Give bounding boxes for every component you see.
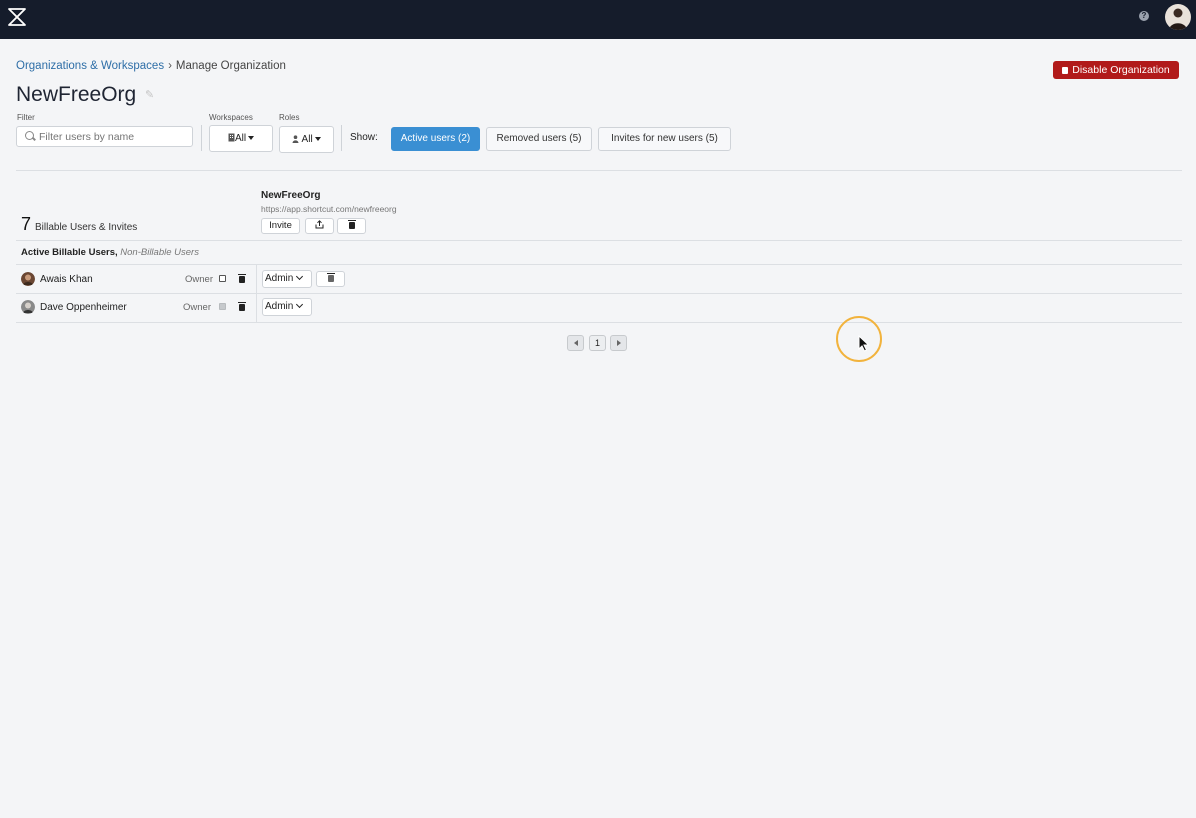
section-title: Active Billable Users, Non-Billable User… [21, 247, 199, 258]
remove-user-icon[interactable] [238, 274, 246, 283]
remove-from-workspace-button[interactable] [316, 271, 345, 287]
billable-label: Billable Users & Invites [35, 222, 138, 233]
pencil-icon[interactable]: ✎ [145, 90, 156, 101]
divider [201, 125, 202, 151]
divider [341, 125, 342, 151]
disable-organization-button[interactable]: Disable Organization [1053, 61, 1179, 79]
chevron-down-icon [296, 300, 304, 309]
help-icon[interactable]: ? [1139, 11, 1149, 21]
breadcrumb-current: Manage Organization [175, 60, 286, 72]
workspaces-value: All [234, 133, 247, 144]
role-dropdown[interactable]: Admin [262, 270, 312, 288]
caret-down-icon [314, 137, 321, 141]
tab-active-users[interactable]: Active users (2) [391, 127, 480, 151]
breadcrumb: Organizations & Workspaces › Manage Organi… [16, 60, 286, 72]
share-icon [315, 220, 324, 229]
divider [16, 170, 1182, 171]
breadcrumb-separator: › [168, 60, 172, 72]
workspaces-label: Workspaces [209, 113, 253, 122]
filter-users-input[interactable] [16, 126, 193, 147]
tab-removed-users[interactable]: Removed users (5) [486, 127, 592, 151]
search-icon [25, 131, 34, 140]
chevron-right-icon [616, 340, 621, 346]
user-name: Awais Khan [40, 274, 93, 285]
roles-value: All [301, 134, 313, 145]
owner-checkbox[interactable] [219, 303, 226, 310]
prev-page-button[interactable] [567, 335, 584, 351]
owner-checkbox[interactable] [219, 275, 226, 282]
workspaces-dropdown[interactable]: All [209, 125, 273, 152]
workspace-url[interactable]: https://app.shortcut.com/newfreeorg [261, 204, 397, 214]
next-page-button[interactable] [610, 335, 627, 351]
invite-button[interactable]: Invite [261, 218, 300, 234]
roles-label: Roles [279, 113, 300, 122]
shortcut-logo-icon[interactable] [6, 6, 28, 28]
remove-user-icon[interactable] [238, 302, 246, 311]
avatar [21, 272, 35, 286]
trash-icon [347, 220, 356, 229]
avatar-image-icon [1169, 8, 1187, 30]
show-label: Show: [350, 132, 378, 143]
user-avatar[interactable] [1165, 4, 1191, 30]
caret-down-icon [248, 136, 255, 140]
divider [256, 265, 257, 293]
building-icon [228, 133, 235, 142]
divider [16, 293, 1182, 294]
trash-icon [326, 273, 335, 282]
role-dropdown[interactable]: Admin [262, 298, 312, 316]
user-name: Dave Oppenheimer [40, 302, 127, 313]
roles-dropdown[interactable]: All [279, 126, 334, 153]
owner-label: Owner [183, 302, 211, 313]
filter-label: Filter [17, 113, 35, 122]
page-title: NewFreeOrg [16, 83, 137, 106]
delete-workspace-button[interactable] [337, 218, 366, 234]
tab-invites[interactable]: Invites for new users (5) [598, 127, 731, 151]
breadcrumb-link-organizations[interactable]: Organizations & Workspaces [16, 60, 164, 72]
workspace-name: NewFreeOrg [261, 190, 321, 201]
chevron-left-icon [573, 340, 578, 346]
page-number-button[interactable]: 1 [589, 335, 606, 351]
section-title-nonbillable: Non-Billable Users [120, 247, 199, 258]
divider [16, 240, 1182, 241]
owner-label: Owner [185, 274, 213, 285]
divider [16, 322, 1182, 323]
section-title-billable: Active Billable Users, [21, 247, 118, 258]
billable-count: 7 [21, 214, 32, 234]
trash-icon [1062, 67, 1069, 74]
avatar [21, 300, 35, 314]
disable-organization-label: Disable Organization [1072, 64, 1170, 76]
top-navbar: ? [0, 0, 1196, 39]
person-icon [292, 135, 299, 143]
divider [16, 264, 1182, 265]
mouse-cursor-icon [858, 335, 870, 352]
role-value: Admin [265, 301, 294, 312]
chevron-down-icon [296, 272, 304, 281]
divider [256, 294, 257, 322]
export-button[interactable] [305, 218, 334, 234]
role-value: Admin [265, 273, 294, 284]
